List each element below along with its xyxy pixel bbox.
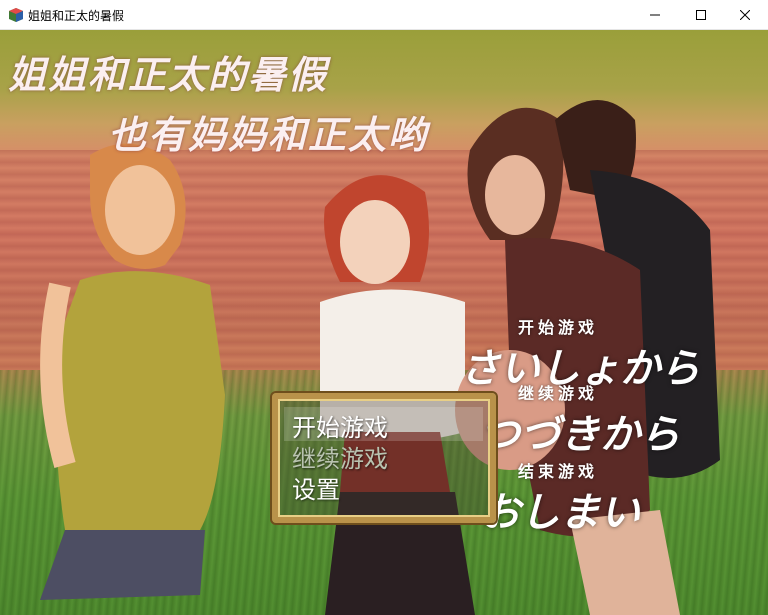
menu-item-new-game[interactable]: 开始游戏 <box>292 408 388 443</box>
maximize-icon <box>696 10 706 20</box>
menu-item-continue[interactable]: 继续游戏 <box>292 439 388 474</box>
menu-item-options[interactable]: 设置 <box>292 470 340 505</box>
close-icon <box>740 10 750 20</box>
window-title: 姐姐和正太的暑假 <box>28 9 125 23</box>
title-menu: 开始游戏 继续游戏 设置 <box>272 393 496 523</box>
window-titlebar: 姐姐和正太的暑假 <box>0 0 768 30</box>
minimize-button[interactable] <box>632 0 678 30</box>
title-logo: 开始游戏 さいしょから 继续游戏 つづきから 结束游戏 おしまい <box>460 310 700 550</box>
minimize-icon <box>650 14 660 16</box>
app-icon <box>9 8 23 22</box>
maximize-button[interactable] <box>678 0 724 30</box>
close-button[interactable] <box>722 0 768 30</box>
logo-continue-small: 继续游戏 <box>518 384 599 403</box>
character-left-woman <box>40 143 225 600</box>
logo-end-small: 结束游戏 <box>518 462 599 481</box>
game-canvas[interactable]: 姐姐和正太的暑假 也有妈妈和正太哟 开始游戏 さいしょから 继续游戏 つづきから… <box>0 30 768 615</box>
logo-end-big: おしまい <box>480 489 640 536</box>
logo-start-small: 开始游戏 <box>518 318 599 337</box>
game-title-line-1: 姐姐和正太的暑假 <box>8 52 329 97</box>
logo-continue-big: つづきから <box>480 411 680 458</box>
game-title-line-2: 也有妈妈和正太哟 <box>108 112 429 157</box>
